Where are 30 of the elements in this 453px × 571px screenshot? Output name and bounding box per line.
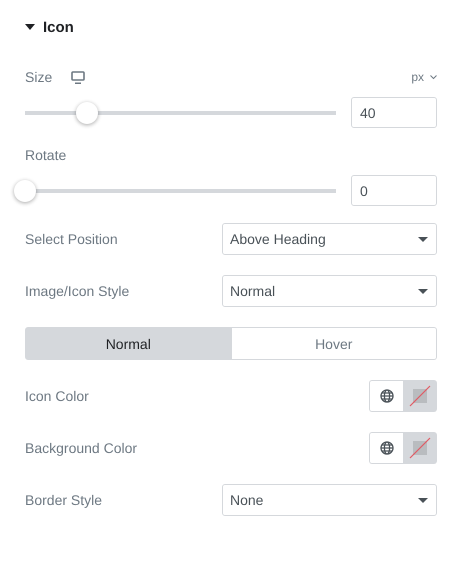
chevron-icon [430,74,437,80]
tab[interactable]: Hover [232,327,437,360]
control-label: Border Style [25,492,102,508]
caret-icon [418,236,428,242]
dropdown[interactable]: Normal [222,275,437,307]
dropdown[interactable]: Above Heading [222,223,437,255]
control-label: Rotate [25,147,66,163]
color-picker-button[interactable] [403,432,437,464]
dropdown[interactable]: None [222,484,437,516]
section-toggle[interactable]: Icon [25,17,437,37]
global-colors-button[interactable] [369,432,403,464]
unit-selector[interactable]: px [411,70,437,84]
globe-icon [380,441,394,455]
caret-icon [418,498,428,502]
slider-thumb[interactable] [14,180,36,202]
control-label: Image/Icon Style [25,283,130,299]
empty-color-icon [409,385,431,407]
control-label: Select Position [25,231,118,247]
globe-icon [380,389,394,403]
color-picker-button[interactable] [403,380,437,412]
control-label: Size [25,69,52,85]
slider-thumb[interactable] [76,102,98,124]
control-label: Icon Color [25,388,89,404]
control-label: Background Color [25,440,138,456]
empty-color-icon [409,437,431,459]
caret-icon [418,288,428,294]
number-field[interactable]: 40 [351,97,437,128]
number-field[interactable]: 0 [351,175,437,206]
global-colors-button[interactable] [369,380,403,412]
tab[interactable]: Normal [25,327,232,360]
